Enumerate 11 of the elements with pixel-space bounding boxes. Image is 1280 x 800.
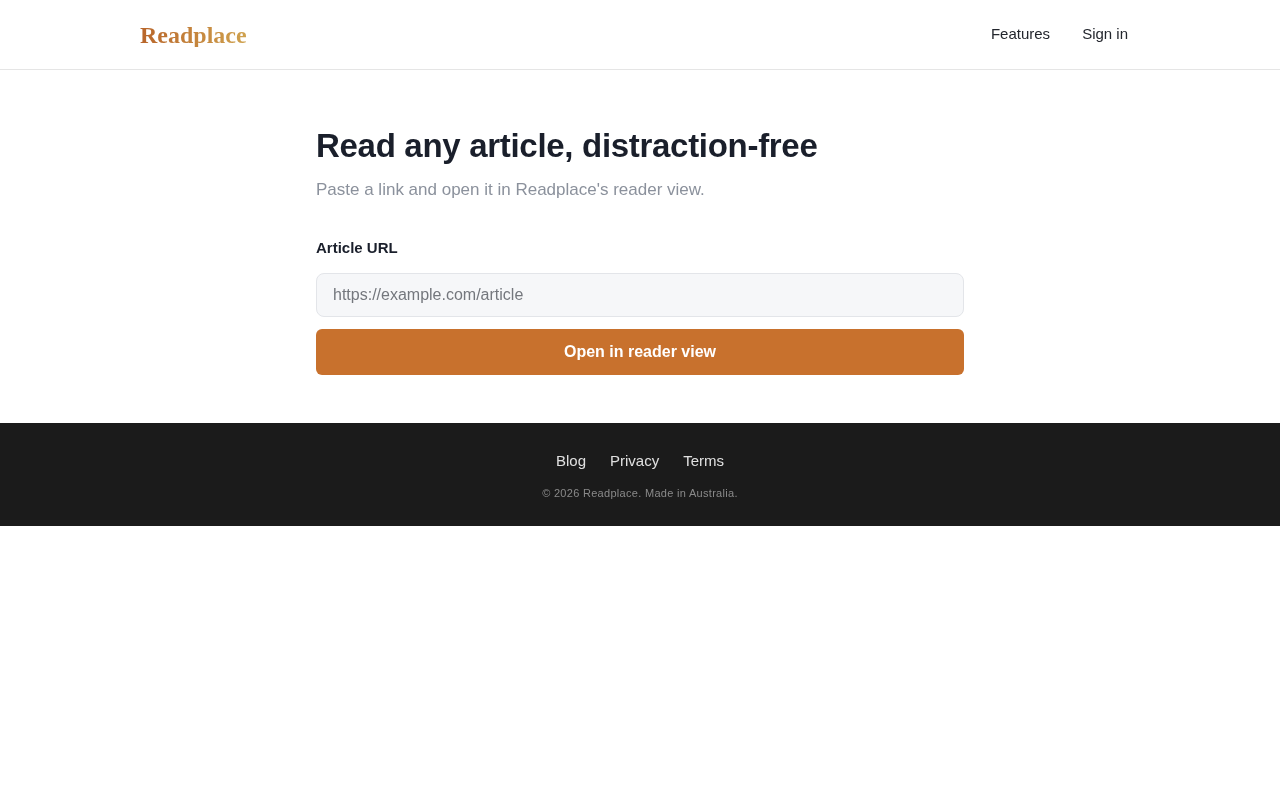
open-reader-button[interactable]: Open in reader view	[316, 329, 964, 376]
field-label: Article URL	[316, 237, 399, 258]
footer-link[interactable]: Privacy	[610, 450, 660, 473]
nav-link[interactable]: Sign in	[1082, 23, 1128, 46]
footer-link[interactable]: Blog	[555, 450, 586, 473]
nav-link[interactable]: Features	[990, 23, 1051, 46]
page-subtitle: Paste a link and open it in Readplace's reader view.	[316, 179, 706, 202]
page-heading: Read any article, distraction-free	[316, 126, 819, 166]
url-input-field[interactable]: https://example.com/article	[316, 273, 964, 318]
footer-link[interactable]: Terms	[683, 450, 725, 473]
copyright-text: © 2026 Readplace. Made in Australia.	[542, 485, 738, 501]
